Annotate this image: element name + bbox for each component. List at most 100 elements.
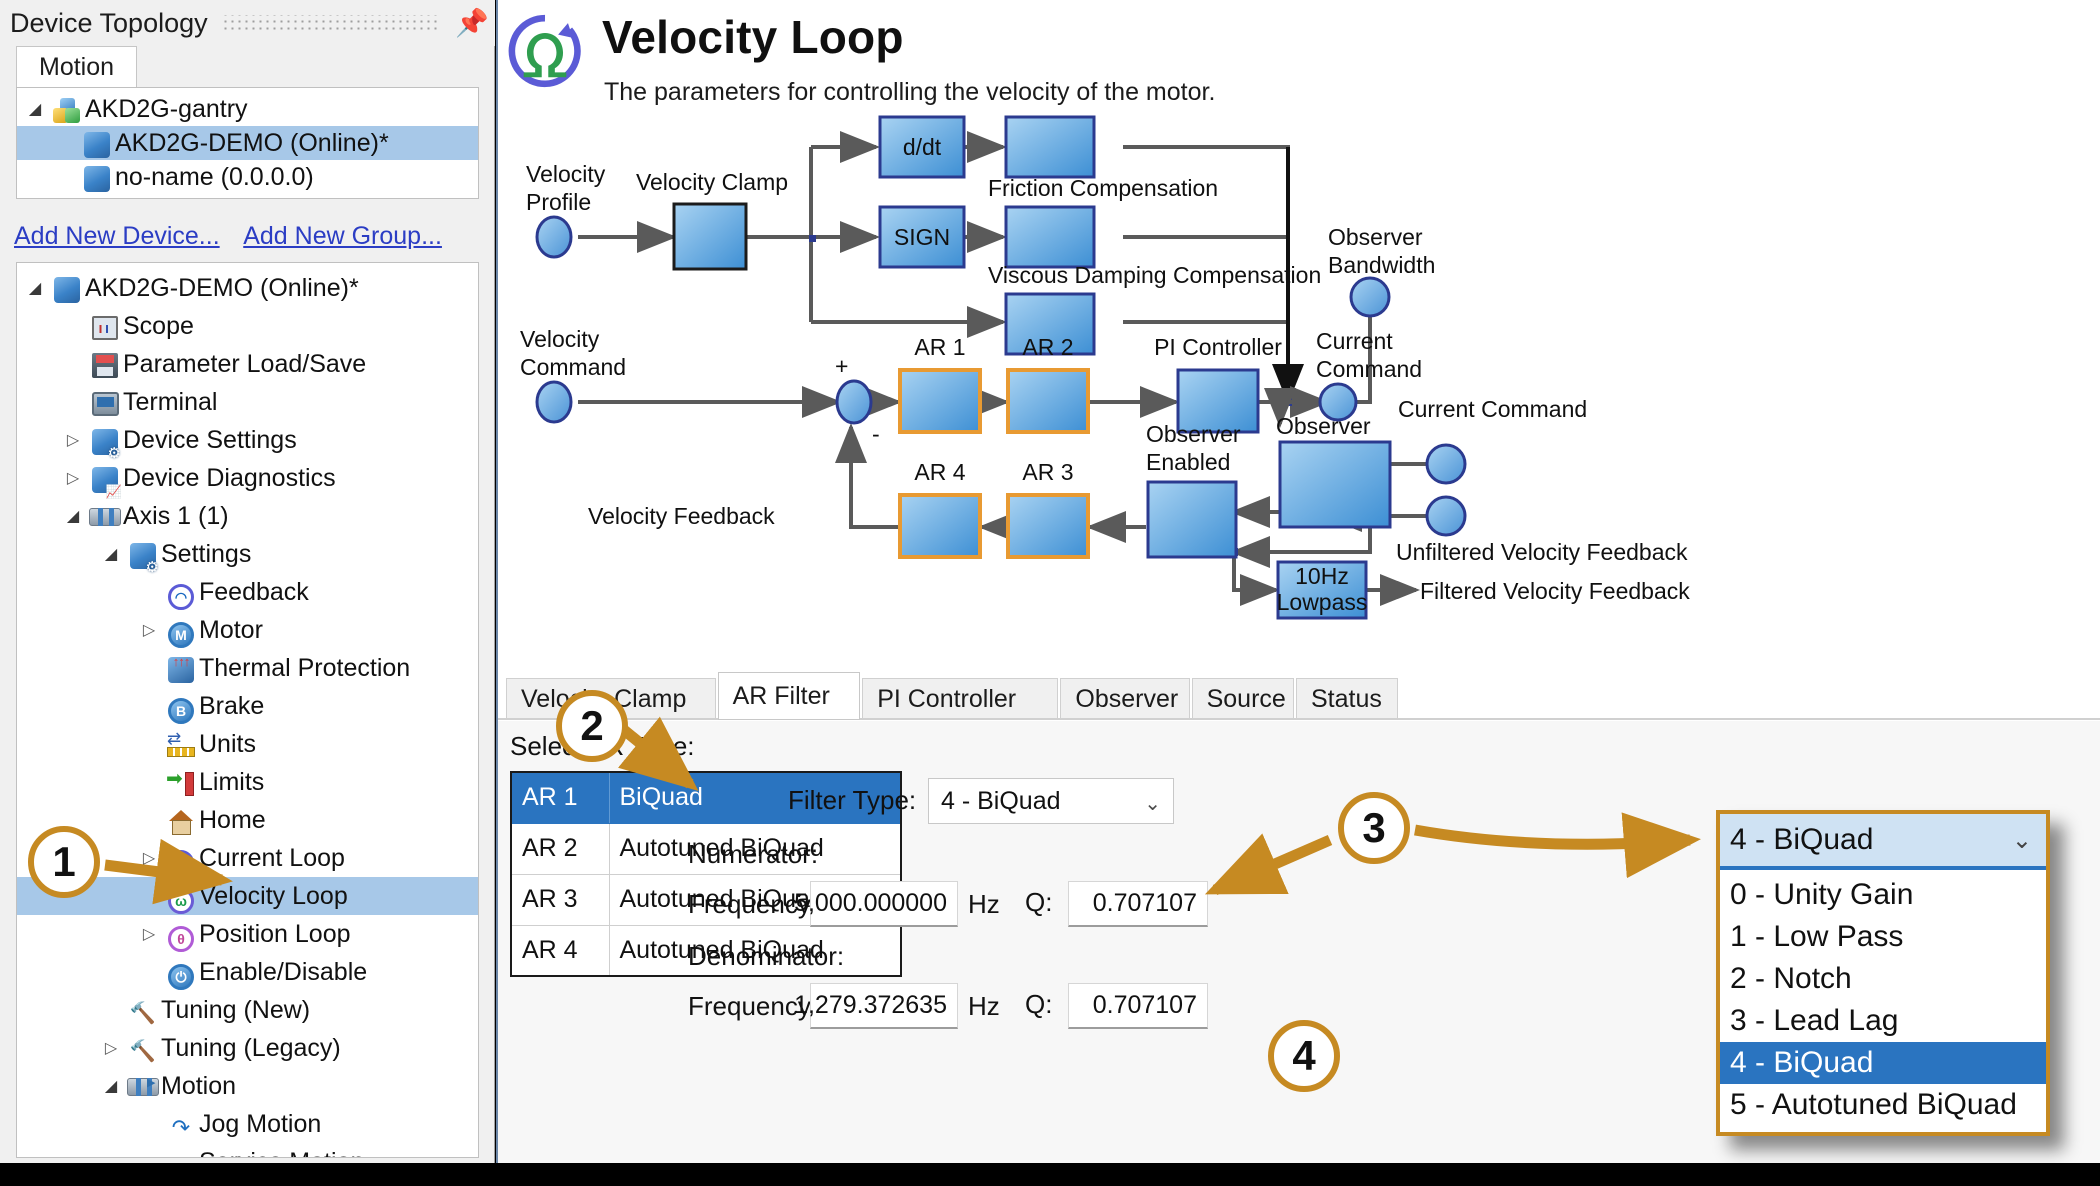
tree-item-brake[interactable]: B Brake: [17, 687, 478, 725]
dropdown-option-label: 5 - Autotuned BiQuad: [1730, 1088, 2017, 1121]
velocity-clamp-block: [672, 202, 748, 271]
current-command-label-2: Command: [1316, 356, 1422, 382]
filter-type-select[interactable]: 4 - BiQuad ⌄: [928, 778, 1174, 824]
lowpass-label-2: Lowpass: [1277, 589, 1368, 615]
tree-item-akd2g-demo-online[interactable]: ◢ AKD2G-DEMO (Online)*: [17, 269, 478, 307]
dropdown-option[interactable]: 1 - Low Pass: [1720, 916, 2046, 958]
tree-item-service-motion[interactable]: ∿∿Service Motion: [17, 1143, 478, 1158]
tuning-icon: 🔨: [129, 1002, 157, 1025]
tree-item-device-settings[interactable]: ▷ Device Settings: [17, 421, 478, 461]
tab-source[interactable]: Source: [1191, 678, 1294, 720]
dropdown-selected-display[interactable]: 4 - BiQuad ⌄: [1720, 814, 2046, 870]
device-tree[interactable]: ◢ AKD2G-DEMO (Online)* Scope Parameter Load…: [16, 262, 479, 1158]
tree-item-jog-motion[interactable]: ↷ Jog Motion: [17, 1105, 478, 1143]
tree-item-limits[interactable]: Limits: [17, 763, 478, 801]
dropdown-selected-label: 4 - BiQuad: [1730, 823, 1874, 856]
add-new-device-link[interactable]: Add New Device...: [14, 222, 220, 250]
expander-icon[interactable]: ▷: [97, 1038, 125, 1058]
dropdown-option-label: 3 - Lead Lag: [1730, 1004, 1899, 1037]
tab-observer[interactable]: Observer: [1060, 678, 1190, 720]
filtered-velocity-feedback-label: Filtered Velocity Feedback: [1420, 578, 1690, 604]
tree-item-label: Home: [199, 805, 266, 834]
current-command-label-1: Current: [1316, 328, 1393, 354]
ar-row-key: AR 1: [511, 772, 610, 824]
motor-icon: M: [163, 616, 199, 648]
tree-item-thermal-protection[interactable]: Thermal Protection: [17, 649, 478, 687]
numerator-frequency-input[interactable]: 5,000.000000: [794, 881, 958, 927]
tree-item-position-loop[interactable]: ▷ θ Position Loop: [17, 915, 478, 953]
expander-icon[interactable]: ▷: [135, 924, 163, 944]
tree-item-units[interactable]: Units: [17, 725, 478, 763]
units-icon: [163, 730, 199, 759]
tree-item-label: Units: [199, 729, 256, 758]
tree-item-scope[interactable]: Scope: [17, 307, 478, 345]
dropdown-option-list[interactable]: 0 - Unity Gain 1 - Low Pass 2 - Notch 3 - L…: [1720, 870, 2046, 1132]
dropdown-option[interactable]: 4 - BiQuad: [1720, 1042, 2046, 1084]
expander-icon[interactable]: ▷: [135, 620, 163, 640]
expander-icon[interactable]: ▷: [59, 430, 87, 450]
denominator-q-input[interactable]: 0.707107: [1068, 983, 1208, 1029]
expander-icon[interactable]: ▷: [59, 468, 87, 488]
tree-item-settings[interactable]: ◢ Settings: [17, 535, 478, 575]
cube-chart-icon: [87, 463, 123, 498]
tab-status[interactable]: Status: [1296, 678, 1399, 720]
denominator-frequency-input[interactable]: 1,279.372635: [794, 983, 958, 1029]
expander-icon[interactable]: ▷: [135, 848, 163, 868]
ar4-block: [898, 493, 982, 559]
lowpass-label-1: 10Hz: [1295, 563, 1349, 589]
tree-item-enable-disable[interactable]: ⏻ Enable/Disable: [17, 953, 478, 991]
unfiltered-velocity-feedback-input: [1425, 495, 1467, 537]
filter-type-dropdown-popup[interactable]: 4 - BiQuad ⌄ 0 - Unity Gain 1 - Low Pass 2…: [1716, 810, 2050, 1136]
grip-dots-icon: [221, 15, 441, 31]
add-new-group-link[interactable]: Add New Group...: [243, 222, 442, 250]
tab-motion[interactable]: Motion: [16, 46, 138, 88]
tree-item-label: Limits: [199, 767, 265, 796]
parameter-tabstrip[interactable]: Velocity Clamp AR Filter PI Controller Obse…: [498, 672, 2100, 720]
page-subtitle: The parameters for controlling the veloc…: [604, 78, 1216, 106]
tree-item-feedback[interactable]: ◠ Feedback: [17, 573, 478, 611]
tree-item-axis-1-1[interactable]: ◢ Axis 1 (1): [17, 497, 478, 535]
tab-label: Status: [1311, 684, 1382, 713]
dropdown-option[interactable]: 2 - Notch: [1720, 958, 2046, 1000]
tab-pi-controller[interactable]: PI Controller: [862, 678, 1059, 720]
tree-item-motion[interactable]: ◢ Motion: [17, 1067, 478, 1105]
observer-enabled-label-1: Observer: [1146, 421, 1241, 447]
tree-item-label: AKD2G-gantry: [85, 94, 248, 123]
tree-item-label: Settings: [161, 539, 252, 568]
ar-row-key: AR 3: [511, 874, 610, 926]
expander-icon[interactable]: ◢: [59, 506, 87, 526]
ar2-label: AR 2: [1022, 334, 1073, 360]
tab-ar-filter[interactable]: AR Filter: [717, 672, 861, 720]
tree-item-akd2g-gantry[interactable]: ◢ AKD2G-gantry: [17, 92, 478, 126]
topology-tree[interactable]: ◢ AKD2G-gantry AKD2G-DEMO (Online)* no-name…: [16, 87, 479, 199]
expander-icon[interactable]: ◢: [97, 1076, 125, 1096]
chevron-down-icon: ⌄: [1144, 793, 1161, 815]
topology-links: Add New Device... Add New Group...: [14, 222, 460, 251]
pin-icon[interactable]: 📌: [455, 9, 489, 37]
tree-item-no-name-0-0-0-0[interactable]: no-name (0.0.0.0): [17, 160, 478, 194]
unfiltered-velocity-feedback-label: Unfiltered Velocity Feedback: [1396, 539, 1688, 565]
tree-item-label: Service Motion: [199, 1148, 364, 1158]
cube-gear-icon: [87, 425, 123, 461]
expander-icon[interactable]: ◢: [21, 99, 49, 119]
dropdown-option[interactable]: 3 - Lead Lag: [1720, 1000, 2046, 1042]
topology-tabstrip: Motion: [8, 46, 495, 88]
power-icon: ⏻: [163, 958, 199, 990]
tree-item-label: Motion: [161, 1071, 237, 1100]
tab-motion-label: Motion: [39, 53, 115, 81]
tree-item-tuning-legacy[interactable]: ▷ 🔨 Tuning (Legacy): [17, 1029, 478, 1067]
dropdown-option[interactable]: 5 - Autotuned BiQuad: [1720, 1084, 2046, 1126]
tree-item-motor[interactable]: ▷ M Motor: [17, 611, 478, 649]
tree-item-parameter-load-save[interactable]: Parameter Load/Save: [17, 345, 478, 383]
velocity-feedback-label: Velocity Feedback: [588, 503, 775, 529]
tree-item-terminal[interactable]: Terminal: [17, 383, 478, 421]
dropdown-option[interactable]: 0 - Unity Gain: [1720, 874, 2046, 916]
tree-item-label: Enable/Disable: [199, 957, 368, 986]
accel-feed-forward-block: [1004, 115, 1096, 179]
expander-icon[interactable]: ◢: [21, 278, 49, 298]
expander-icon[interactable]: ◢: [97, 544, 125, 564]
tree-item-tuning-new[interactable]: 🔨 Tuning (New): [17, 991, 478, 1029]
tree-item-akd2g-demo-online[interactable]: AKD2G-DEMO (Online)*: [17, 126, 478, 160]
numerator-q-input[interactable]: 0.707107: [1068, 881, 1208, 927]
tree-item-device-diagnostics[interactable]: ▷ Device Diagnostics: [17, 459, 478, 498]
